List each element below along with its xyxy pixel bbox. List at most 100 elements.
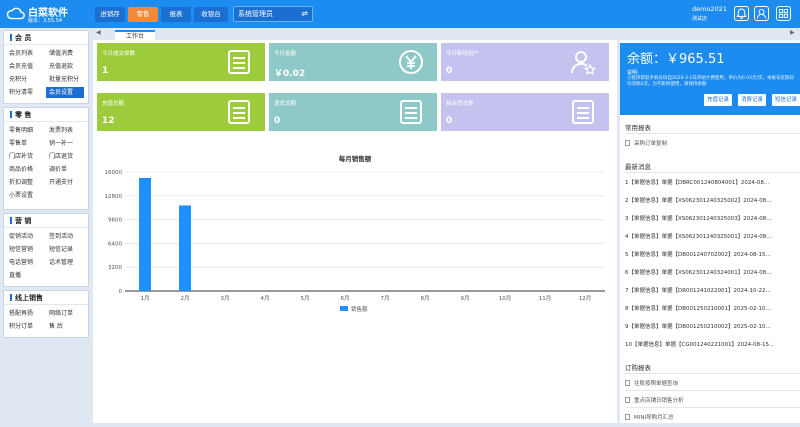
user-shop: 测试店 <box>692 16 708 22</box>
balance-note-label: 说明: <box>627 70 639 76</box>
sidebar-item-enable-payment[interactable]: 开通支付 <box>46 177 84 188</box>
nav-tab-reports[interactable]: 报表 <box>161 7 191 22</box>
sidebar-item-recharge-refund[interactable]: 充值退款 <box>46 61 84 72</box>
x-tick-label: 5月 <box>301 295 310 302</box>
news-item[interactable]: 1【单据信息】单据【DBRC001240804001】2024-08... <box>625 178 800 186</box>
nav-tab-inventory[interactable]: 进销存 <box>95 7 125 22</box>
card-value: 0 <box>446 116 453 126</box>
sidebar-item-sell-one-replace-one[interactable]: 销一补一 <box>46 138 84 149</box>
cloud-logo-icon <box>6 7 25 20</box>
sidebar: 会 员 会员列表 储值消费 会员充值 充值退款 充积分 批量充积分 积分清零 会… <box>0 28 90 427</box>
bell-button[interactable] <box>734 6 749 21</box>
sidebar-item-invoice-list[interactable]: 发票列表 <box>46 125 84 136</box>
sidebar-item-retail-order[interactable]: 零售单 <box>6 138 44 149</box>
news-item[interactable]: 10【单据信息】单据【CG001240221001】2024-08-15... <box>625 340 800 348</box>
stat-card-new-members[interactable]: 新会员总数 0 <box>441 93 609 131</box>
sidebar-item-retail-detail[interactable]: 零售明细 <box>6 125 44 136</box>
tab-scroll-right-icon[interactable]: ▶ <box>790 29 795 36</box>
news-item[interactable]: 9【单据信息】单据【DB001250210002】2025-02-10... <box>625 322 800 330</box>
group-title-text: 会 员 <box>15 34 32 42</box>
nav-tab-cashier[interactable]: 收银台 <box>194 7 228 22</box>
stat-card-recharge-total[interactable]: 充值总额 12 <box>97 93 265 131</box>
sidebar-item-batch-points[interactable]: 批量充积分 <box>46 74 84 85</box>
sidebar-group-member: 会 员 会员列表 储值消费 会员充值 充值退款 充积分 批量充积分 积分清零 会… <box>3 30 89 104</box>
stat-card-new-users[interactable]: 今日新增用户 0 <box>441 43 609 81</box>
sidebar-item-phone-marketing[interactable]: 电话营销 <box>6 257 44 268</box>
divider <box>625 373 800 374</box>
user-avatar-icon <box>756 8 767 19</box>
sidebar-item-outfit[interactable]: 搭配再扬 <box>6 308 44 319</box>
grid-menu-button[interactable] <box>776 6 791 21</box>
receipt-icon <box>228 50 250 74</box>
tab-scroll-left-icon[interactable]: ◀ <box>96 29 101 36</box>
consumption-records-button[interactable]: 消费记录 <box>738 94 767 106</box>
sidebar-item-stored-consume[interactable]: 储值消费 <box>46 48 84 59</box>
sidebar-item-store-restock[interactable]: 门店补货 <box>6 151 44 162</box>
stat-card-today-orders[interactable]: 今日成交单数 1 <box>97 43 265 81</box>
tab-workbench[interactable]: 工作台 <box>115 30 155 40</box>
sidebar-item-product-price[interactable]: 商品价格 <box>6 164 44 175</box>
x-tick-label: 10月 <box>499 295 512 302</box>
x-tick-label: 8月 <box>421 295 430 302</box>
sidebar-item-live[interactable]: 直播 <box>6 270 44 281</box>
document-icon <box>625 397 630 403</box>
sidebar-item-promotions[interactable]: 促销活动 <box>6 231 44 242</box>
receipt-icon <box>228 100 250 124</box>
sidebar-item-after-sales[interactable]: 售 后 <box>46 321 84 332</box>
document-icon <box>625 414 630 420</box>
nav-tab-retail[interactable]: 零售 <box>128 7 158 22</box>
news-item[interactable]: 6【单据信息】单据【XS062301240324001】2024-08... <box>625 268 800 276</box>
bar-2 <box>179 205 191 291</box>
sidebar-item-receipt-settings[interactable]: 小票设置 <box>6 190 44 201</box>
sms-records-button[interactable]: 短信记录 <box>772 94 800 106</box>
role-switcher[interactable]: 系统管理员 ⇌ <box>233 6 313 22</box>
x-tick-label: 9月 <box>461 295 470 302</box>
recharge-records-button[interactable]: 充值记录 <box>704 94 733 106</box>
report-link[interactable]: 重点店铺日销售分析 <box>625 396 684 404</box>
sidebar-item-sms-records[interactable]: 短信记录 <box>46 244 84 255</box>
news-item[interactable]: 5【单据信息】单据【DB001240702002】2024-08-15... <box>625 250 800 258</box>
sidebar-item-points-orders[interactable]: 积分订单 <box>6 321 44 332</box>
sidebar-item-discount-adjust[interactable]: 折扣调整 <box>6 177 44 188</box>
sidebar-item-price-adjust-order[interactable]: 调价单 <box>46 164 84 175</box>
report-link[interactable]: MINI导购月汇总 <box>625 413 674 421</box>
sidebar-item-script-management[interactable]: 话术管理 <box>46 257 84 268</box>
sidebar-item-member-settings[interactable]: 会员设置 <box>46 87 84 98</box>
sidebar-group-marketing: 营 销 促销活动 签到活动 短信营销 短信记录 电话营销 话术管理 直播 <box>3 213 89 287</box>
bell-icon <box>736 8 747 19</box>
sidebar-item-online-orders[interactable]: 网络订单 <box>46 308 84 319</box>
sidebar-group-retail: 零 售 零售明细 发票列表 零售单 销一补一 门店补货 门店退货 商品价格 调价… <box>3 107 89 210</box>
card-title: 今日金额 <box>274 51 297 57</box>
monthly-sales-chart: 0 3200 6400 9600 12800 16000 1月 2月 3月 4月 5月 6月 7月 8月 9… <box>105 170 605 313</box>
common-reports-title: 常用报表 <box>625 124 651 132</box>
role-label: 系统管理员 <box>238 10 273 18</box>
group-marker <box>10 217 12 224</box>
sidebar-item-clear-points[interactable]: 积分清零 <box>6 87 44 98</box>
stat-card-return-total[interactable]: 退货总额 0 <box>269 93 437 131</box>
sidebar-group-title: 线上销售 <box>4 291 88 305</box>
sidebar-group-title: 零 售 <box>4 108 88 122</box>
x-tick-label: 1月 <box>141 295 150 302</box>
sidebar-item-store-return[interactable]: 门店退货 <box>46 151 84 162</box>
sidebar-item-member-recharge[interactable]: 会员充值 <box>6 61 44 72</box>
news-item[interactable]: 8【单据信息】单据【DB001250210001】2025-02-10... <box>625 304 800 312</box>
news-item[interactable]: 4【单据信息】单据【XS062301240325001】2024-08... <box>625 232 800 240</box>
sidebar-item-sms-marketing[interactable]: 短信营销 <box>6 244 44 255</box>
news-item[interactable]: 7【单据信息】单据【DR001241022001】2024-10-22... <box>625 286 800 294</box>
sidebar-item-add-points[interactable]: 充积分 <box>6 74 44 85</box>
news-title: 最新消息 <box>625 163 651 171</box>
card-title: 充值总额 <box>102 101 125 107</box>
top-bar: 白菜软件 版本：3.55.54 进销存 零售 报表 收银台 系统管理员 ⇌ de… <box>0 0 800 28</box>
report-link[interactable]: 往账按照单据查询 <box>625 379 678 387</box>
group-title-text: 营 销 <box>15 217 32 225</box>
group-title-text: 线上销售 <box>15 294 43 302</box>
sidebar-item-member-list[interactable]: 会员列表 <box>6 48 44 59</box>
stat-card-today-amount[interactable]: 今日金额 ￥0.02 <box>269 43 437 81</box>
report-link[interactable]: 采购订单复制 <box>625 139 667 147</box>
y-tick-label: 12800 <box>105 194 123 200</box>
news-item[interactable]: 2【单据信息】单据【XS062301240325002】2024-08... <box>625 196 800 204</box>
sidebar-item-checkin[interactable]: 签到活动 <box>46 231 84 242</box>
profile-button[interactable] <box>754 6 769 21</box>
news-item[interactable]: 3【单据信息】单据【XS062301240325003】2024-08... <box>625 214 800 222</box>
balance-amount: 余额：￥965.51 <box>627 52 725 67</box>
